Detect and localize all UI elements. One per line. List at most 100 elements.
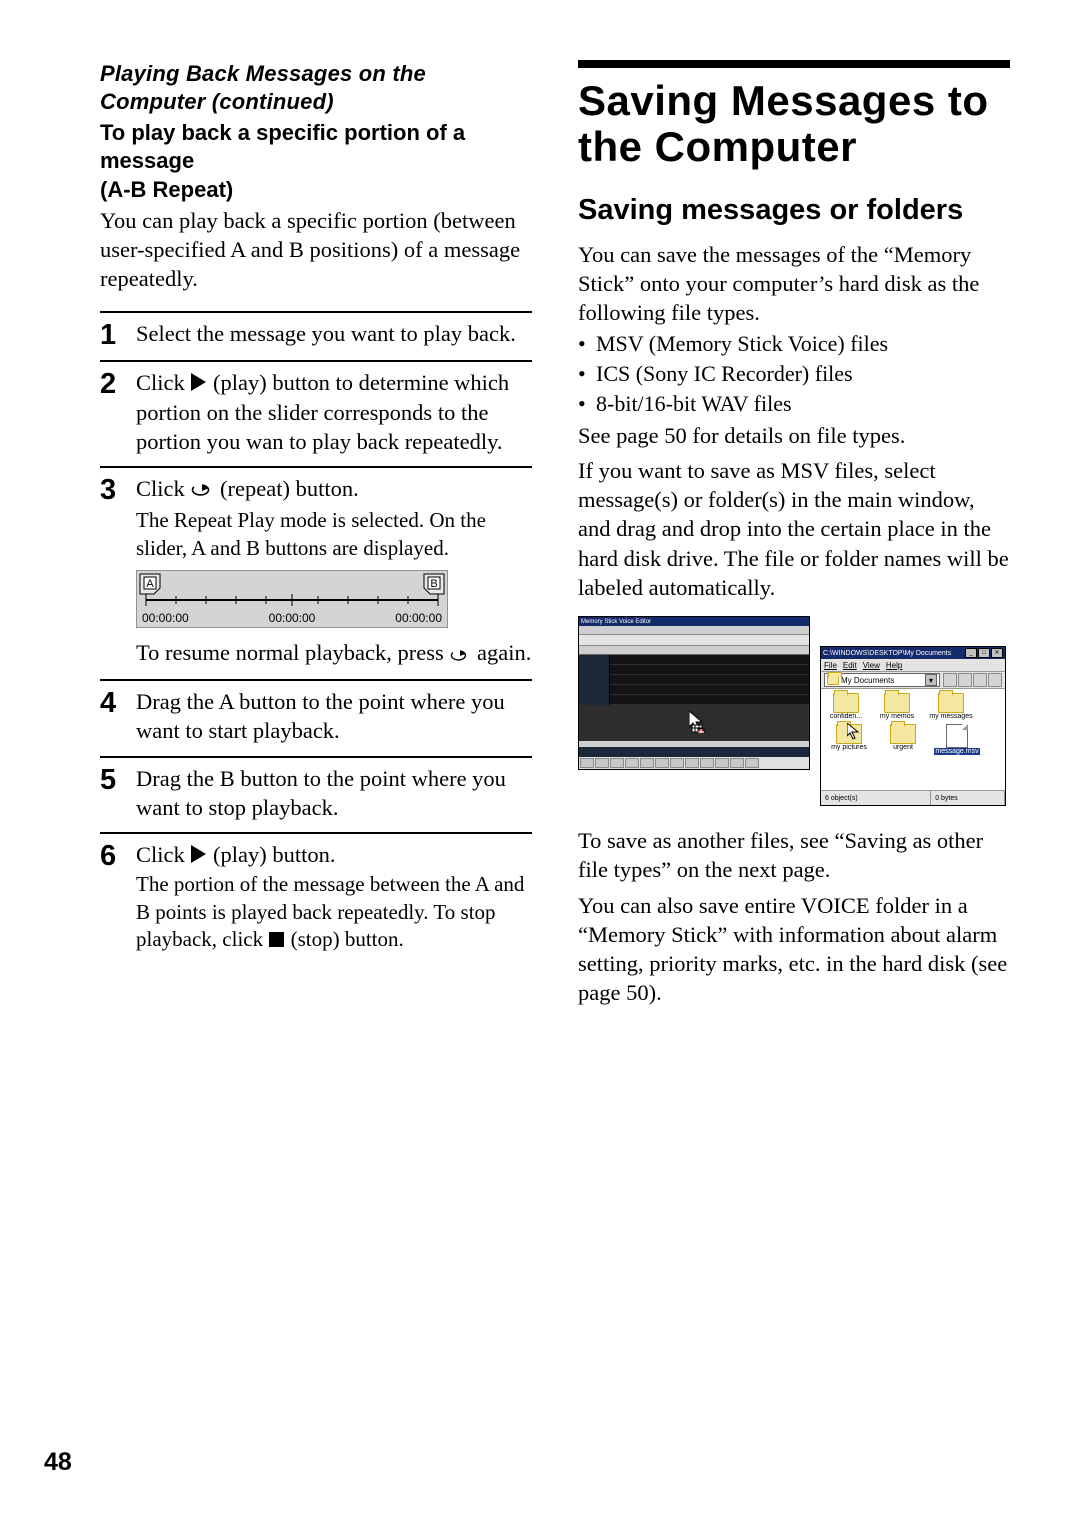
voice-editor-window: Memory Stick Voice Editor bbox=[578, 616, 810, 770]
title-text: Memory Stick Voice Editor bbox=[581, 619, 651, 625]
status-cell: 6 object(s) bbox=[821, 791, 931, 805]
repeat-icon bbox=[450, 640, 470, 669]
window-buttons: _□✕ bbox=[964, 648, 1003, 658]
table-row bbox=[610, 675, 809, 685]
folder-icon bbox=[884, 693, 910, 713]
menu-item: Edit bbox=[843, 661, 857, 670]
bullet-icon: • bbox=[578, 329, 596, 359]
list-item: •ICS (Sony IC Recorder) files bbox=[578, 359, 1010, 389]
minimize-icon: _ bbox=[965, 648, 977, 658]
close-icon: ✕ bbox=[991, 648, 1003, 658]
left-column: Playing Back Messages on the Computer (c… bbox=[100, 60, 532, 1008]
transport-button bbox=[670, 758, 684, 768]
label: my pictures bbox=[831, 744, 867, 751]
transport-button bbox=[685, 758, 699, 768]
text: (repeat) button. bbox=[214, 476, 358, 501]
transport-button bbox=[580, 758, 594, 768]
file-item: confiden... bbox=[827, 693, 865, 720]
step-3: 3 Click (repeat) button. The Repeat Play… bbox=[100, 466, 532, 669]
text: To resume normal playback, press bbox=[136, 640, 449, 665]
step-body: Select the message you want to play back… bbox=[136, 319, 532, 350]
text: Click bbox=[136, 476, 190, 501]
list-area bbox=[579, 655, 809, 705]
menu-item: Help bbox=[886, 661, 902, 670]
paragraph: To save as another files, see “Saving as… bbox=[578, 826, 1010, 885]
folder-icon bbox=[827, 675, 839, 685]
combo-text: My Documents bbox=[841, 676, 894, 685]
text: again. bbox=[471, 640, 531, 665]
label: my memos bbox=[880, 713, 914, 720]
step-number: 2 bbox=[100, 368, 136, 456]
step-note: The portion of the message between the A… bbox=[136, 871, 532, 953]
svg-text:00:00:00: 00:00:00 bbox=[395, 611, 442, 625]
step-4: 4 Drag the A button to the point where y… bbox=[100, 679, 532, 746]
text: (stop) button. bbox=[285, 927, 403, 951]
bullet-icon: • bbox=[578, 389, 596, 419]
repeat-icon bbox=[191, 476, 213, 505]
text: Click bbox=[136, 842, 190, 867]
subhead-line2: (A-B Repeat) bbox=[100, 176, 532, 204]
menubar bbox=[579, 626, 809, 635]
file-item: urgent bbox=[881, 724, 925, 755]
status-cell: 0 bytes bbox=[931, 791, 1005, 805]
a-handle: A bbox=[140, 574, 160, 594]
paragraph: You can save the messages of the “Memory… bbox=[578, 240, 1010, 328]
toolbar-button bbox=[958, 673, 972, 687]
table-row bbox=[610, 685, 809, 695]
toolbar-button bbox=[988, 673, 1002, 687]
list-item: •MSV (Memory Stick Voice) files bbox=[578, 329, 1010, 359]
chevron-down-icon: ▾ bbox=[925, 674, 937, 686]
label: urgent bbox=[893, 744, 913, 751]
step-6: 6 Click (play) button. The portion of th… bbox=[100, 832, 532, 953]
svg-text:00:00:00: 00:00:00 bbox=[269, 611, 316, 625]
menu-item: View bbox=[863, 661, 880, 670]
figure-row: Memory Stick Voice Editor bbox=[578, 616, 1010, 806]
ab-slider-figure: A B 00:00:00 00:00:00 00:00:00 bbox=[136, 570, 532, 628]
maximize-icon: □ bbox=[978, 648, 990, 658]
table-row bbox=[610, 655, 809, 665]
sub-title: Saving messages or folders bbox=[578, 194, 1010, 227]
step-body: Drag the A button to the point where you… bbox=[136, 687, 532, 746]
file-item: my memos bbox=[875, 693, 919, 720]
svg-text:00:00:00: 00:00:00 bbox=[142, 611, 189, 625]
heading-rule bbox=[578, 60, 1010, 68]
right-column: Saving Messages to the Computer Saving m… bbox=[578, 60, 1010, 1008]
step-2: 2 Click (play) button to determine which… bbox=[100, 360, 532, 456]
table-row bbox=[610, 695, 809, 705]
transport-button bbox=[595, 758, 609, 768]
step-number: 3 bbox=[100, 474, 136, 669]
bullet-icon: • bbox=[578, 359, 596, 389]
svg-text:A: A bbox=[146, 578, 154, 590]
explorer-window: C:\WINDOWS\DESKTOP\My Documents _□✕ File… bbox=[820, 646, 1006, 806]
label: confiden... bbox=[830, 713, 862, 720]
resume-text: To resume normal playback, press again. bbox=[136, 638, 532, 669]
transport-button bbox=[745, 758, 759, 768]
step-body: Click (repeat) button. The Repeat Play m… bbox=[136, 474, 532, 669]
path-combo: My Documents ▾ bbox=[824, 673, 940, 687]
svg-text:B: B bbox=[430, 578, 437, 590]
b-handle: B bbox=[424, 574, 444, 594]
paragraph: If you want to save as MSV files, select… bbox=[578, 456, 1010, 602]
table-row bbox=[610, 665, 809, 675]
transport-button bbox=[715, 758, 729, 768]
transport-button bbox=[655, 758, 669, 768]
subhead-line1: To play back a specific portion of a mes… bbox=[100, 119, 532, 174]
text: Click bbox=[136, 370, 190, 395]
text: 8-bit/16-bit WAV files bbox=[596, 389, 792, 419]
transport-button bbox=[700, 758, 714, 768]
transport-button bbox=[730, 758, 744, 768]
transport-button bbox=[610, 758, 624, 768]
step-5: 5 Drag the B button to the point where y… bbox=[100, 756, 532, 823]
message-rows bbox=[610, 655, 809, 705]
page-number: 48 bbox=[44, 1448, 72, 1477]
title-text: C:\WINDOWS\DESKTOP\My Documents bbox=[823, 650, 951, 657]
window-titlebar: Memory Stick Voice Editor bbox=[579, 617, 809, 626]
paragraph: See page 50 for details on file types. bbox=[578, 421, 1010, 450]
folder-icon bbox=[938, 693, 964, 713]
intro-paragraph: You can play back a specific portion (be… bbox=[100, 206, 532, 294]
file-pane: confiden... my memos my messages my bbox=[821, 689, 1005, 790]
play-icon bbox=[191, 373, 206, 391]
file-item: my messages bbox=[929, 693, 973, 720]
folder-icon bbox=[833, 693, 859, 713]
main-title: Saving Messages to the Computer bbox=[578, 78, 1010, 170]
